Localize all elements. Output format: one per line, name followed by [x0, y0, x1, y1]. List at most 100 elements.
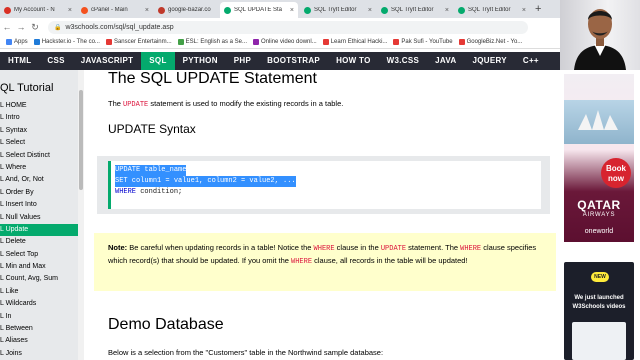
sidebar-item[interactable]: L In	[0, 311, 84, 323]
bookmark[interactable]: Sanscer Entertainm...	[105, 39, 172, 45]
nav-cpp[interactable]: C++	[515, 52, 547, 70]
sidebar-item[interactable]: L And, Or, Not	[0, 174, 84, 186]
ad-column: Book now QATAR AIRWAYS oneworld NEW We ju…	[560, 70, 640, 360]
favicon-icon	[322, 39, 329, 45]
presenter-image	[574, 9, 626, 70]
nav-jquery[interactable]: JQUERY	[464, 52, 514, 70]
promo-text: We just launched W3Schools videos	[572, 295, 626, 310]
sidebar-title: QL Tutorial	[0, 82, 54, 94]
nav-bootstrap[interactable]: BOOTSTRAP	[259, 52, 328, 70]
page-title: The SQL UPDATE Statement	[108, 70, 317, 87]
sidebar-item[interactable]: L Count, Avg, Sum	[0, 273, 84, 285]
scrollbar-thumb[interactable]	[79, 90, 83, 190]
nav-html[interactable]: HTML	[0, 52, 39, 70]
sidebar-item[interactable]: L HOME	[0, 100, 84, 112]
book-now-button[interactable]: Book now	[601, 158, 631, 188]
favicon-icon	[458, 39, 465, 45]
nav-how-to[interactable]: HOW TO	[328, 52, 379, 70]
sidebar-item[interactable]: L Min and Max	[0, 261, 84, 273]
favicon-icon	[224, 6, 231, 14]
bookmark[interactable]: Learn Ethical Hacki...	[322, 39, 387, 45]
favicon-icon	[33, 39, 40, 45]
bookmark-apps[interactable]: Apps	[6, 39, 28, 45]
address-input[interactable]: 🔒 w3schools.com/sql/sql_update.asp	[48, 20, 528, 34]
sidebar-item[interactable]: L Select	[0, 137, 84, 149]
code-example-box: UPDATE table_name SET column1 = value1, …	[97, 156, 550, 214]
main-content: The SQL UPDATE Statement The UPDATE stat…	[90, 70, 560, 360]
nav-css[interactable]: CSS	[39, 52, 72, 70]
browser-tab[interactable]: SQL TryIt Editor ×	[300, 2, 376, 18]
demo-heading: Demo Database	[108, 316, 224, 333]
close-tab-icon[interactable]: ×	[68, 7, 72, 14]
webcam-overlay	[560, 0, 640, 70]
bookmark[interactable]: Pak Sufi - YouTube	[393, 39, 453, 45]
sidebar-item[interactable]: L Between	[0, 323, 84, 335]
back-icon[interactable]: ←	[0, 22, 14, 32]
code-keyword: UPDATE	[123, 101, 149, 109]
sidebar-item[interactable]: L Select Distinct	[0, 150, 84, 162]
close-tab-icon[interactable]: ×	[145, 7, 149, 14]
forward-icon[interactable]: →	[14, 22, 28, 32]
favicon-icon	[304, 6, 311, 14]
nav-javascript[interactable]: JAVASCRIPT	[73, 52, 142, 70]
sidebar: QL Tutorial L HOME L Intro L Syntax L Selec…	[0, 70, 84, 360]
bookmark[interactable]: ESL: English as a Se...	[177, 39, 247, 45]
apps-icon	[6, 39, 12, 45]
browser-tab[interactable]: SQL TryIt Editor ×	[454, 2, 530, 18]
favicon-icon	[458, 6, 465, 14]
sidebar-item[interactable]: L Syntax	[0, 125, 84, 137]
sidebar-item[interactable]: L Null Values	[0, 212, 84, 224]
sidebar-scrollbar[interactable]	[78, 70, 84, 360]
note-box: Note: Be careful when updating records i…	[94, 233, 556, 291]
nav-w3css[interactable]: W3.CSS	[379, 52, 427, 70]
nav-java[interactable]: JAVA	[427, 52, 464, 70]
code-line: SET column1 = value1, column2 = value2, …	[115, 176, 296, 187]
nav-python[interactable]: PYTHON	[175, 52, 226, 70]
sidebar-item[interactable]: L Where	[0, 162, 84, 174]
favicon-icon	[81, 6, 88, 14]
sidebar-item[interactable]: L Aliases	[0, 335, 84, 347]
browser-tab[interactable]: My Account - N ×	[0, 2, 76, 18]
browser-tab-active[interactable]: SQL UPDATE Sta ×	[220, 2, 298, 18]
close-tab-icon[interactable]: ×	[368, 7, 372, 14]
sidebar-item[interactable]: L Delete	[0, 236, 84, 248]
sidebar-item[interactable]: L Update	[0, 223, 84, 237]
sidebar-item[interactable]: L Select Top	[0, 249, 84, 261]
code-block[interactable]: UPDATE table_name SET column1 = value1, …	[108, 161, 541, 209]
top-navigation: HTML CSS JAVASCRIPT SQL PYTHON PHP BOOTS…	[0, 52, 560, 70]
bookmark[interactable]: Hackster.io - The co...	[33, 39, 100, 45]
reload-icon[interactable]: ↻	[28, 22, 42, 33]
sidebar-item[interactable]: L Joins	[0, 348, 84, 360]
demo-text: Below is a selection from the "Customers…	[108, 348, 384, 357]
address-bar-row: ← → ↻ 🔒 w3schools.com/sql/sql_update.asp	[0, 18, 560, 36]
code-line: WHERE condition;	[115, 188, 183, 196]
bookmark[interactable]: Online video downl...	[253, 39, 317, 45]
browser-tab[interactable]: google-bazar.co×	[154, 2, 230, 18]
close-tab-icon[interactable]: ×	[290, 7, 294, 14]
close-tab-icon[interactable]: ×	[445, 7, 449, 14]
favicon-icon	[158, 6, 165, 14]
bookmark[interactable]: GoogleBiz.Net - Yo...	[458, 39, 522, 45]
browser-tab[interactable]: cPanel - Main ×	[77, 2, 153, 18]
favicon-icon	[393, 39, 400, 45]
browser-tab[interactable]: SQL TryIt Editor ×	[377, 2, 453, 18]
sidebar-list: L HOME L Intro L Syntax L Select L Select Di…	[0, 100, 84, 360]
sidebar-item[interactable]: L Like	[0, 286, 84, 298]
sidebar-item[interactable]: L Order By	[0, 187, 84, 199]
new-badge: NEW	[591, 272, 609, 282]
nav-sql[interactable]: SQL	[141, 52, 175, 70]
new-tab-button[interactable]: +	[535, 3, 541, 15]
intro-text: The UPDATE statement is used to modify t…	[108, 99, 344, 109]
airline-name: QATAR	[577, 198, 621, 212]
browser-tab-strip: My Account - N × cPanel - Main × google-ba…	[0, 0, 560, 18]
video-promo-card[interactable]: NEW We just launched W3Schools videos	[564, 262, 634, 360]
close-tab-icon[interactable]: ×	[522, 7, 526, 14]
sidebar-item[interactable]: L Wildcards	[0, 298, 84, 310]
qatar-airways-ad[interactable]: Book now QATAR AIRWAYS oneworld	[564, 74, 634, 242]
sidebar-item[interactable]: L Insert Into	[0, 199, 84, 211]
favicon-icon	[381, 6, 388, 14]
promo-image	[572, 322, 626, 360]
favicon-icon	[4, 6, 11, 14]
nav-php[interactable]: PHP	[226, 52, 259, 70]
sidebar-item[interactable]: L Intro	[0, 112, 84, 124]
